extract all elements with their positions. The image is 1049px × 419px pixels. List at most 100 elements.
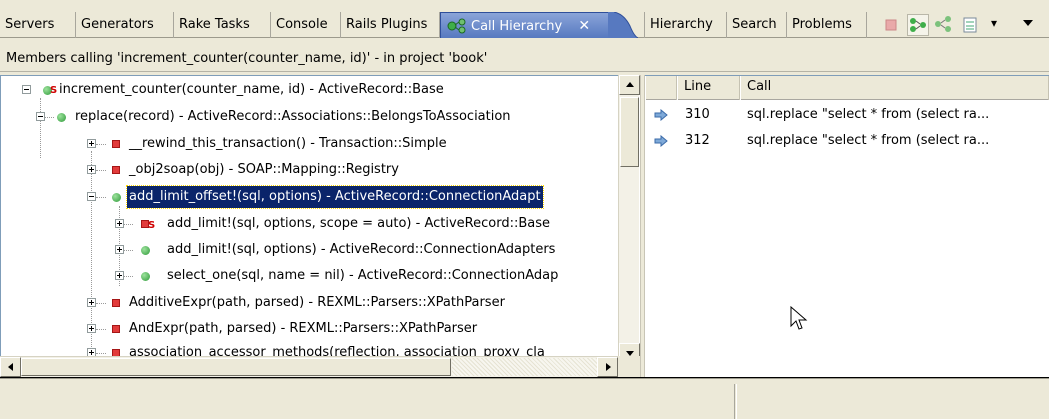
private-method-icon [112,140,120,148]
column-label: Call [747,79,772,94]
tab-label: Search [732,17,777,32]
dropdown-glyph: ▾ [991,16,998,30]
view-menu-icon[interactable] [1018,14,1038,36]
call-location-arrow-icon [654,135,668,147]
tree-item-label: select_one(sql, name = nil) - ActiveReco… [167,268,559,283]
call-text: sql.replace "select * from (select ra... [747,107,990,122]
call-text: sql.replace "select * from (select ra... [747,133,990,148]
tab-label: Problems [792,17,852,32]
view-tab-bar: Servers Generators Rake Tasks Console Ra… [0,0,1049,38]
layout-menu-icon[interactable] [960,14,982,36]
tab-generators[interactable]: Generators [76,12,174,38]
private-method-icon [112,325,120,333]
stop-icon[interactable] [880,14,902,36]
column-header-line[interactable]: Line [677,76,740,100]
tree-guide [44,117,54,118]
tab-label: Generators [81,17,154,32]
table-header: Line Call [645,76,1049,100]
column-header-call[interactable]: Call [740,76,1049,100]
active-tab-tail [608,12,638,38]
private-method-icon [112,299,120,307]
call-hierarchy-icon [447,18,466,34]
table-row[interactable]: 310 sql.replace "select * from (select r… [645,103,1049,127]
tree-guide [123,276,133,277]
tree-item-label: add_limit!(sql, options) - ActiveRecord:… [167,242,556,257]
expand-icon[interactable] [115,271,124,280]
collapse-icon[interactable] [22,85,31,94]
call-tree[interactable]: S increment_counter(counter_name, id) - … [0,75,640,377]
tab-label: Rails Plugins [346,17,428,32]
tree-item-label: __rewind_this_transaction() - Transactio… [129,136,447,151]
expand-icon[interactable] [115,245,124,254]
tree-row[interactable]: replace(record) - ActiveRecord::Associat… [1,103,619,131]
tree-item-label: increment_counter(counter_name, id) - Ac… [59,82,444,97]
tree-guide [96,170,106,171]
scroll-track[interactable] [452,358,597,376]
tree-guide [96,144,106,145]
scroll-right-button[interactable] [597,357,618,377]
arrow-left-icon [8,363,13,371]
callers-hierarchy-icon[interactable] [907,14,929,36]
tree-row[interactable]: select_one(sql, name = nil) - ActiveReco… [1,262,619,290]
expand-icon[interactable] [115,219,124,228]
tree-guide [96,353,106,354]
private-method-icon [112,166,120,174]
scroll-up-button[interactable] [619,75,640,95]
line-number: 312 [685,133,710,148]
status-bar [0,378,1049,419]
chevron-down-icon[interactable]: ▾ [988,14,1002,36]
line-number: 310 [685,107,710,122]
public-method-icon [141,272,150,281]
collapse-icon[interactable] [36,112,45,121]
tree-row[interactable]: AdditiveExpr(path, parsed) - REXML::Pars… [1,289,619,317]
tree-item-label: _obj2soap(obj) - SOAP::Mapping::Registry [129,162,399,177]
tab-console[interactable]: Console [271,12,341,38]
tab-rake-tasks[interactable]: Rake Tasks [174,12,271,38]
expand-icon[interactable] [87,298,96,307]
arrow-up-icon [626,82,634,87]
callees-hierarchy-icon[interactable] [933,14,955,36]
close-icon[interactable]: ✕ [578,13,590,39]
column-label: Line [684,79,712,94]
tab-call-hierarchy[interactable]: Call Hierarchy ✕ [440,12,610,38]
tab-label: Console [276,17,328,32]
tree-guide [123,250,133,251]
tab-hierarchy[interactable]: Hierarchy [644,12,727,38]
tab-search[interactable]: Search [727,12,787,38]
tree-row[interactable]: __rewind_this_transaction() - Transactio… [1,130,619,158]
column-icon-header[interactable] [645,76,677,100]
tree-row[interactable]: add_limit!(sql, options) - ActiveRecord:… [1,236,619,264]
scroll-left-button[interactable] [0,357,21,377]
tree-row[interactable]: S add_limit!(sql, options, scope = auto)… [1,210,619,238]
static-method-icon: S [43,85,57,96]
tree-guide [96,329,106,330]
tree-row[interactable]: S increment_counter(counter_name, id) - … [1,76,619,104]
scroll-thumb[interactable] [620,97,639,167]
tree-row[interactable]: _obj2soap(obj) - SOAP::Mapping::Registry [1,156,619,184]
public-method-icon [112,193,121,202]
tab-servers[interactable]: Servers [0,12,76,38]
call-locations-table: Line Call 310 sql.replace "select * from… [645,75,1049,377]
members-calling-text: Members calling 'increment_counter(count… [6,51,488,66]
scroll-thumb[interactable] [21,358,451,376]
tree-item-label: AdditiveExpr(path, parsed) - REXML::Pars… [129,295,505,310]
static-marker: S [50,85,58,96]
private-static-method-icon: S [141,220,155,231]
tree-guide [96,303,106,304]
collapse-icon[interactable] [87,192,96,201]
expand-icon[interactable] [87,165,96,174]
arrow-right-icon [606,363,611,371]
table-row[interactable]: 312 sql.replace "select * from (select r… [645,129,1049,153]
tree-vertical-scrollbar[interactable] [618,75,640,365]
status-separator [734,384,737,419]
scrollbar-corner [618,356,640,377]
tree-item-label: add_limit_offset!(sql, options) - Active… [126,185,544,209]
public-method-icon [141,246,150,255]
expand-icon[interactable] [87,324,96,333]
tree-horizontal-scrollbar[interactable] [0,356,618,377]
tab-rails-plugins[interactable]: Rails Plugins [341,12,440,38]
tree-row-selected[interactable]: add_limit_offset!(sql, options) - Active… [1,183,619,211]
expand-icon[interactable] [87,139,96,148]
tab-label: Servers [5,17,55,32]
tab-problems[interactable]: Problems [787,12,867,38]
